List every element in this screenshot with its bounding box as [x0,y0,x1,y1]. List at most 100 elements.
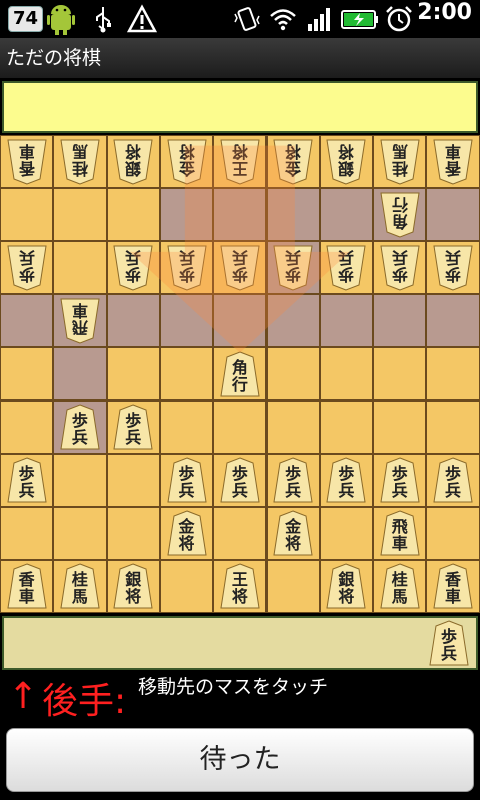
board-square[interactable] [267,560,319,612]
board-square[interactable] [427,348,479,400]
board-square[interactable]: 金将 [267,136,319,188]
player-piece[interactable]: 金将 [166,510,207,556]
shogi-board[interactable]: 香車桂馬銀将金将王将金将銀将桂馬香車角行歩兵歩兵歩兵歩兵歩兵歩兵歩兵歩兵飛車角行… [0,135,480,613]
board-square[interactable]: 銀将 [107,136,159,188]
opponent-piece[interactable]: 香車 [7,139,47,185]
player-piece[interactable]: 歩兵 [113,404,153,450]
board-square[interactable] [1,189,53,241]
board-square[interactable]: 歩兵 [107,242,159,294]
board-square[interactable] [107,348,159,400]
board-square[interactable]: 香車 [1,136,53,188]
undo-button[interactable]: 待った [6,728,474,792]
board-square[interactable]: 歩兵 [374,242,426,294]
board-square[interactable] [107,295,159,347]
board-square[interactable] [54,189,106,241]
board-square[interactable]: 桂馬 [374,560,426,612]
board-square[interactable]: 歩兵 [160,454,213,506]
board-square[interactable] [374,348,426,400]
board-square[interactable] [160,401,213,453]
player-piece[interactable]: 香車 [433,563,473,609]
board-square[interactable]: 歩兵 [214,454,266,506]
board-square[interactable]: 歩兵 [374,454,426,506]
board-square[interactable] [214,189,266,241]
player-piece[interactable]: 銀将 [326,563,367,609]
board-square[interactable] [427,401,479,453]
opponent-piece[interactable]: 歩兵 [433,245,473,291]
captured-pieces-bottom[interactable]: 歩兵 [2,616,478,670]
board-square[interactable] [107,189,159,241]
board-square[interactable] [320,348,373,400]
player-piece[interactable]: 歩兵 [429,620,469,666]
board-square[interactable] [214,401,266,453]
opponent-piece[interactable]: 歩兵 [326,245,367,291]
board-square[interactable]: 銀将 [320,136,373,188]
captured-pieces-top[interactable] [2,81,478,133]
board-square[interactable]: 歩兵 [320,242,373,294]
board-square[interactable]: 歩兵 [1,242,53,294]
board-square[interactable]: 歩兵 [427,242,479,294]
board-square[interactable] [107,454,159,506]
board-square[interactable]: 王将 [214,560,266,612]
opponent-piece[interactable]: 歩兵 [166,245,207,291]
board-square[interactable]: 王将 [214,136,266,188]
board-square[interactable]: 金将 [267,507,319,559]
board-square[interactable] [267,401,319,453]
opponent-piece[interactable]: 歩兵 [113,245,153,291]
board-square[interactable] [1,401,53,453]
opponent-piece[interactable]: 銀将 [326,139,367,185]
player-piece[interactable]: 王将 [220,563,260,609]
board-square[interactable]: 角行 [374,189,426,241]
player-piece[interactable]: 角行 [220,351,260,397]
board-square[interactable] [107,507,159,559]
player-piece[interactable]: 歩兵 [166,457,207,503]
board-square[interactable]: 金将 [160,136,213,188]
board-square[interactable] [54,454,106,506]
board-square[interactable] [214,295,266,347]
board-square[interactable] [427,507,479,559]
board-square[interactable]: 歩兵 [1,454,53,506]
board-square[interactable] [320,189,373,241]
board-square[interactable]: 歩兵 [160,242,213,294]
board-square[interactable] [160,348,213,400]
board-square[interactable]: 香車 [1,560,53,612]
opponent-piece[interactable]: 香車 [433,139,473,185]
player-piece[interactable]: 飛車 [380,510,420,556]
player-piece[interactable]: 香車 [7,563,47,609]
board-square[interactable]: 歩兵 [267,242,319,294]
board-square[interactable]: 歩兵 [267,454,319,506]
opponent-piece[interactable]: 歩兵 [380,245,420,291]
board-square[interactable]: 歩兵 [320,454,373,506]
board-square[interactable] [320,401,373,453]
board-square[interactable] [54,242,106,294]
board-square[interactable]: 香車 [427,560,479,612]
board-square[interactable]: 金将 [160,507,213,559]
board-square[interactable] [54,348,106,400]
board-square[interactable]: 歩兵 [427,454,479,506]
board-square[interactable]: 桂馬 [54,136,106,188]
opponent-piece[interactable]: 飛車 [60,298,100,344]
opponent-piece[interactable]: 桂馬 [60,139,100,185]
player-piece[interactable]: 桂馬 [380,563,420,609]
player-piece[interactable]: 歩兵 [380,457,420,503]
board-square[interactable] [267,348,319,400]
board-square[interactable] [374,401,426,453]
board-square[interactable] [427,295,479,347]
board-square[interactable]: 銀将 [320,560,373,612]
player-piece[interactable]: 歩兵 [273,457,313,503]
player-piece[interactable]: 歩兵 [433,457,473,503]
board-square[interactable]: 歩兵 [54,401,106,453]
board-square[interactable] [160,295,213,347]
player-piece[interactable]: 歩兵 [220,457,260,503]
board-square[interactable]: 桂馬 [54,560,106,612]
player-piece[interactable]: 歩兵 [60,404,100,450]
opponent-piece[interactable]: 銀将 [113,139,153,185]
opponent-piece[interactable]: 角行 [380,192,420,238]
board-square[interactable] [160,189,213,241]
opponent-piece[interactable]: 金将 [273,139,313,185]
board-square[interactable] [427,189,479,241]
board-square[interactable]: 桂馬 [374,136,426,188]
board-square[interactable] [267,295,319,347]
captured-piece-slot[interactable]: 歩兵 [426,618,472,668]
board-square[interactable]: 飛車 [54,295,106,347]
board-square[interactable] [54,507,106,559]
